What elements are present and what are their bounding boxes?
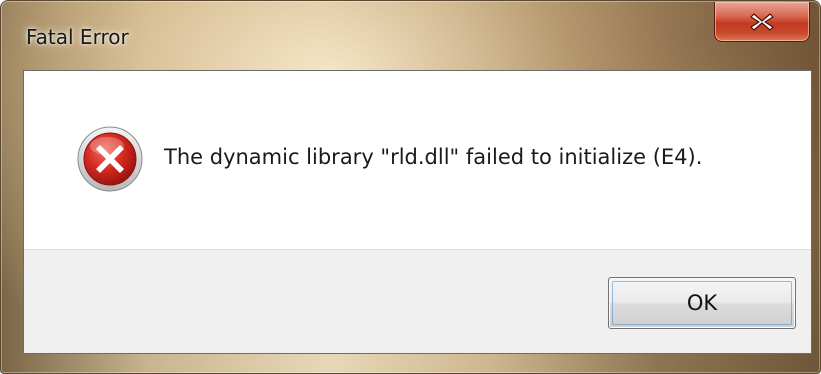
dialog-content: The dynamic library "rld.dll" failed to … (23, 70, 812, 354)
window-title: Fatal Error (26, 25, 129, 49)
title-bar[interactable]: Fatal Error (1, 1, 820, 69)
button-area: OK (24, 249, 811, 353)
dialog-window: Fatal Error The dynamic library "rld.dll… (0, 0, 821, 374)
close-button[interactable] (714, 2, 810, 42)
close-icon (750, 12, 774, 31)
ok-button[interactable]: OK (608, 277, 796, 329)
error-message: The dynamic library "rld.dll" failed to … (164, 145, 703, 169)
error-icon (77, 126, 143, 192)
message-area: The dynamic library "rld.dll" failed to … (24, 71, 811, 249)
